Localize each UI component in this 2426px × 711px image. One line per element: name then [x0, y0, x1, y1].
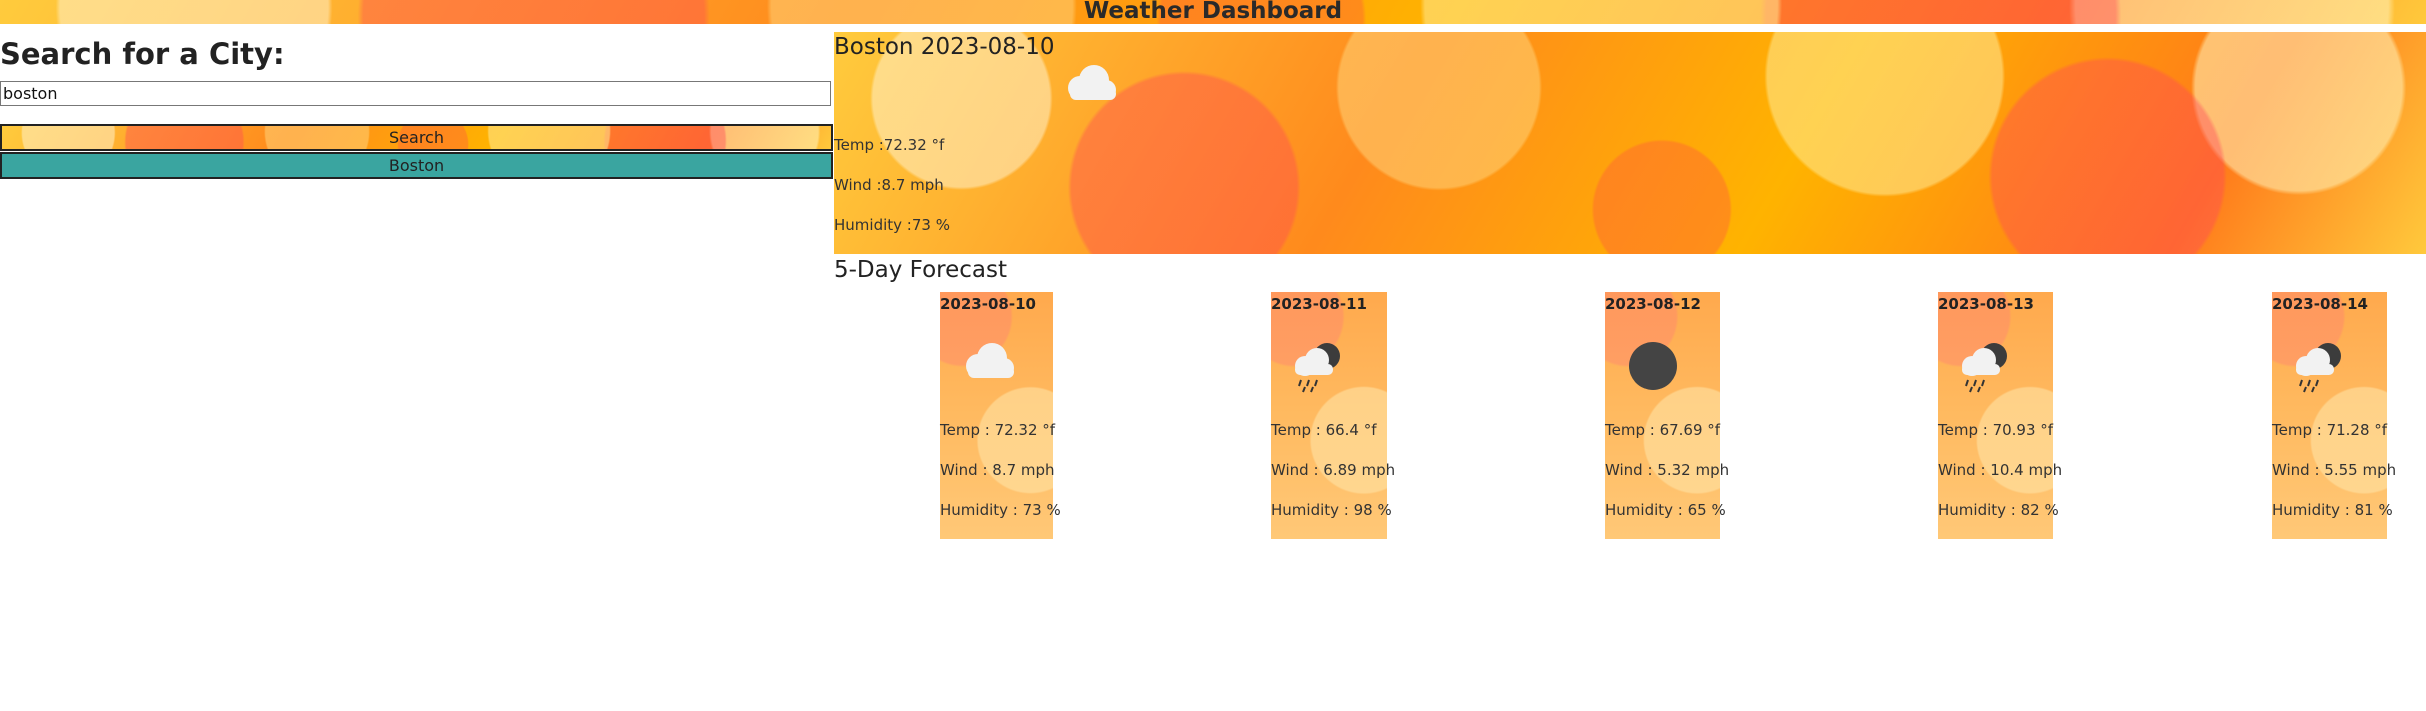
- search-button[interactable]: Search: [0, 124, 833, 151]
- forecast-humidity: Humidity : 65 %: [1605, 501, 1726, 519]
- current-humidity: Humidity :73 %: [834, 216, 950, 234]
- rain-night-icon: [1954, 340, 2018, 398]
- forecast-temp: Temp : 67.69 °f: [1605, 421, 1721, 439]
- rain-night-icon: [2288, 340, 2352, 398]
- forecast-temp: Temp : 66.4 °f: [1271, 421, 1377, 439]
- history-button-boston[interactable]: Boston: [0, 152, 833, 179]
- forecast-card: 2023-08-10 Temp : 72.32 °f Wind : 8.7 mp…: [940, 292, 1061, 539]
- forecast-card: 2023-08-11 Temp : 66.4 °f Wind : 6.89 mp…: [1271, 292, 1395, 539]
- forecast-wind: Wind : 5.32 mph: [1605, 461, 1730, 479]
- current-weather-panel: Boston 2023-08-10 Temp :72.32 °f Wind :8…: [834, 32, 2426, 254]
- forecast-card: 2023-08-13 Temp : 70.93 °f Wind : 10.4 m…: [1938, 292, 2062, 539]
- forecast-wind: Wind : 6.89 mph: [1271, 461, 1396, 479]
- forecast-humidity: Humidity : 82 %: [1938, 501, 2059, 519]
- forecast-date: 2023-08-12: [1605, 295, 1701, 313]
- forecast-date: 2023-08-14: [2272, 295, 2368, 313]
- search-heading: Search for a City:: [0, 37, 285, 71]
- forecast-humidity: Humidity : 81 %: [2272, 501, 2393, 519]
- forecast-heading: 5-Day Forecast: [834, 257, 1007, 283]
- forecast-card: 2023-08-12 Temp : 67.69 °f Wind : 5.32 m…: [1605, 292, 1729, 539]
- search-panel: Search for a City: Search Boston: [0, 24, 833, 179]
- forecast-temp: Temp : 71.28 °f: [2272, 421, 2388, 439]
- forecast-date: 2023-08-13: [1938, 295, 2034, 313]
- forecast-wind: Wind : 5.55 mph: [2272, 461, 2397, 479]
- header-banner: Weather Dashboard: [0, 0, 2426, 24]
- forecast-temp: Temp : 70.93 °f: [1938, 421, 2054, 439]
- city-search-input[interactable]: [0, 81, 831, 106]
- current-temp: Temp :72.32 °f: [834, 136, 945, 154]
- rain-night-icon: [1287, 340, 1351, 398]
- forecast-humidity: Humidity : 73 %: [940, 501, 1061, 519]
- forecast-wind: Wind : 10.4 mph: [1938, 461, 2063, 479]
- cloud-icon: [1058, 62, 1122, 110]
- current-city-date: Boston 2023-08-10: [834, 34, 1055, 60]
- forecast-date: 2023-08-11: [1271, 295, 1367, 313]
- current-wind: Wind :8.7 mph: [834, 176, 944, 194]
- forecast-card: 2023-08-14 Temp : 71.28 °f Wind : 5.55 m…: [2272, 292, 2396, 539]
- page-title: Weather Dashboard: [1083, 0, 1343, 24]
- forecast-date: 2023-08-10: [940, 295, 1036, 313]
- forecast-humidity: Humidity : 98 %: [1271, 501, 1392, 519]
- clear-night-icon: [1621, 340, 1685, 398]
- cloud-icon: [956, 340, 1020, 388]
- forecast-temp: Temp : 72.32 °f: [940, 421, 1056, 439]
- forecast-wind: Wind : 8.7 mph: [940, 461, 1055, 479]
